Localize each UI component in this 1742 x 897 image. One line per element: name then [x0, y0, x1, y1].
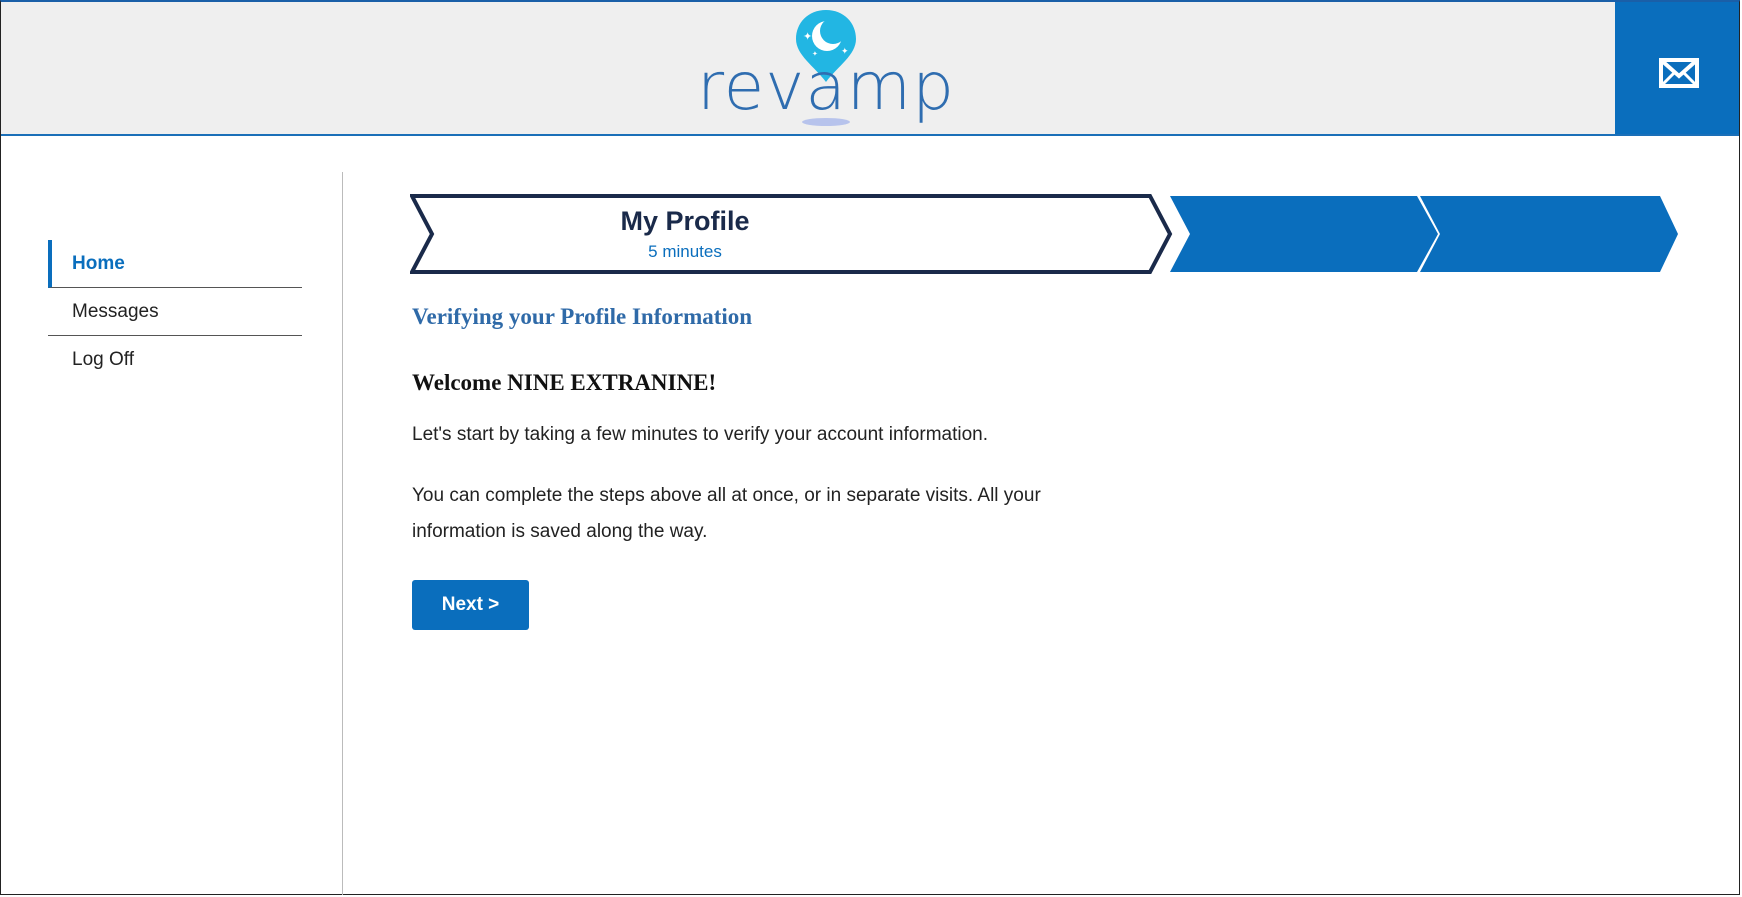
sidebar-item-log-off[interactable]: Log Off [48, 336, 302, 384]
step-2 [1170, 196, 1438, 272]
section-title: Verifying your Profile Information [412, 304, 753, 329]
sidebar-item-home[interactable]: Home [48, 240, 302, 288]
svg-text:✦: ✦ [803, 31, 812, 43]
sidebar-item-messages[interactable]: Messages [48, 288, 302, 336]
intro-text: Let's start by taking a few minutes to v… [412, 424, 989, 445]
revamp-logo[interactable]: ✦ ✦ ✦ revamp [696, 8, 956, 132]
step-3 [1420, 196, 1678, 272]
header: ✦ ✦ ✦ revamp [1, 2, 1739, 136]
logo-text: revamp [697, 48, 955, 125]
messages-mail-button[interactable] [1615, 2, 1739, 134]
envelope-icon [1659, 58, 1699, 88]
sidebar-nav: Home Messages Log Off [48, 240, 302, 384]
sidebar-divider [342, 172, 343, 895]
next-button[interactable]: Next > [412, 580, 529, 630]
step-duration: 5 minutes [648, 242, 722, 261]
welcome-heading: Welcome NINE EXTRANINE! [412, 370, 717, 395]
note-text: You can complete the steps above all at … [412, 485, 1041, 542]
step-title: My Profile [620, 206, 750, 236]
